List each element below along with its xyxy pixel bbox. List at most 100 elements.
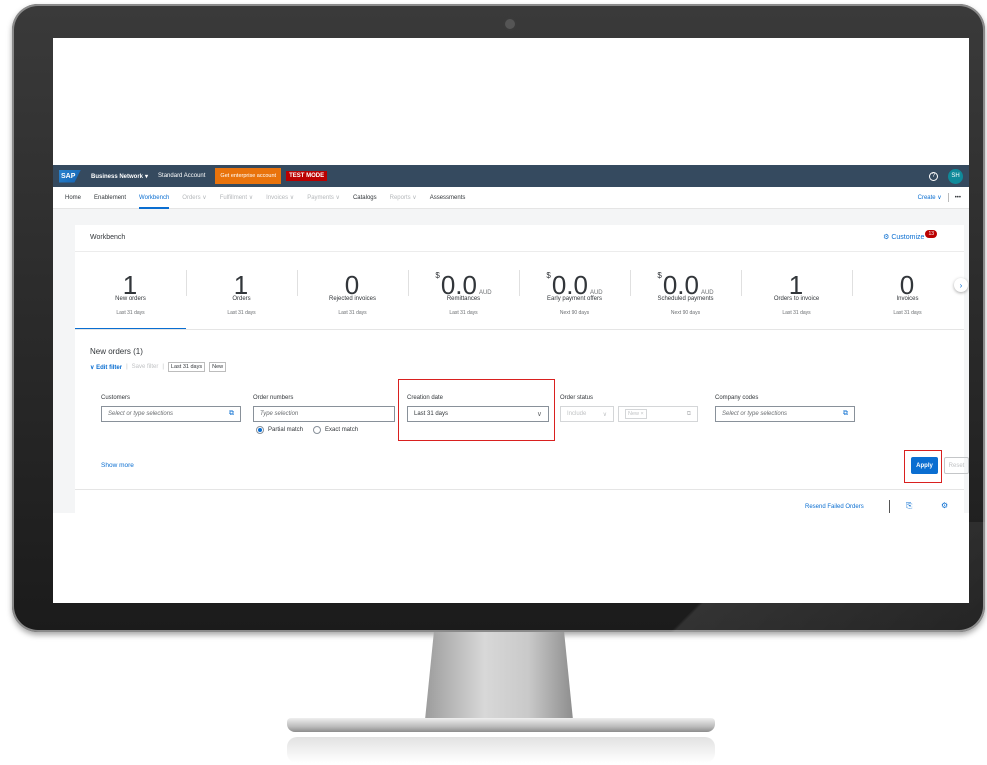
tile-invoices[interactable]: 0 Invoices Last 31 days <box>852 252 963 328</box>
select-value: Include <box>567 411 587 417</box>
save-filter-link[interactable]: Save filter <box>132 364 159 370</box>
dropdown-caret-icon: ▾ <box>145 173 149 180</box>
product-name[interactable]: Business Network ▾ <box>91 173 148 180</box>
test-mode-badge: TEST MODE <box>286 171 328 181</box>
divider <box>889 500 890 513</box>
base-reflection <box>287 737 715 763</box>
tile-label: Scheduled payments <box>657 296 714 302</box>
edit-filter-toggle[interactable]: ∨ Edit filter <box>90 364 122 371</box>
tile-orders[interactable]: 1 Orders Last 31 days <box>186 252 297 328</box>
user-avatar[interactable]: SH <box>948 168 963 184</box>
nav-reports[interactable]: Reports ∨ <box>390 194 417 201</box>
placeholder: Type selection <box>260 411 299 417</box>
settings-sliders-icon: ⚙ <box>883 234 890 241</box>
tile-unit: AUD <box>478 290 492 296</box>
radio-label: Exact match <box>325 427 359 433</box>
tile-early-payment-offers[interactable]: $0.0 AUD Early payment offers Next 90 day… <box>519 252 630 328</box>
tile-label: Remittances <box>446 296 481 302</box>
field-label: Company codes <box>715 395 759 401</box>
customize-button[interactable]: ⚙ Customize 13 <box>883 230 937 241</box>
value-help-icon[interactable]: ⧉ <box>687 411 691 418</box>
include-select[interactable]: Include ∨ <box>560 406 614 422</box>
more-icon[interactable]: ••• <box>955 195 961 201</box>
radio-label: Partial match <box>268 427 304 433</box>
get-enterprise-account-button[interactable]: Get enterprise account <box>215 168 282 184</box>
placeholder: Select or type selections <box>722 411 788 417</box>
nav-enablement[interactable]: Enablement <box>94 195 126 201</box>
order-numbers-input[interactable]: Type selection <box>253 406 395 422</box>
tile-period: Last 31 days <box>338 310 367 316</box>
tile-currency: $ <box>657 271 662 280</box>
reset-button[interactable]: Reset <box>944 457 969 474</box>
tile-label: Invoices <box>896 296 919 302</box>
show-more-link[interactable]: Show more <box>101 462 134 469</box>
company-codes-filter: Company codes Select or type selections … <box>715 395 855 422</box>
account-type: Standard Account <box>158 173 206 179</box>
monitor-stand <box>425 632 573 720</box>
page-content: Workbench ⚙ Customize 13 1 New orders La… <box>53 209 969 513</box>
nav-payments[interactable]: Payments ∨ <box>307 194 340 201</box>
tile-label: Orders <box>232 296 251 302</box>
order-status-filter: Order status Include ∨ New × ⧉ <box>560 395 698 422</box>
filter-summary: ∨ Edit filter | Save filter | Last 31 da… <box>90 362 227 372</box>
nav-invoices[interactable]: Invoices ∨ <box>266 194 294 201</box>
nav-fulfillment[interactable]: Fulfillment ∨ <box>220 194 253 201</box>
partial-match-radio[interactable] <box>256 426 264 434</box>
nav-bar: Home Enablement Workbench Orders ∨ Fulfi… <box>53 187 969 209</box>
nav-assessments[interactable]: Assessments <box>430 195 466 201</box>
tile-new-orders[interactable]: 1 New orders Last 31 days <box>75 252 186 330</box>
order-numbers-filter: Order numbers Type selection Partial mat… <box>253 395 395 434</box>
tile-period: Last 31 days <box>227 310 256 316</box>
tile-currency: $ <box>435 271 440 280</box>
tile-remittances[interactable]: $0.0 AUD Remittances Last 31 days <box>408 252 519 328</box>
nav-catalogs[interactable]: Catalogs <box>353 195 377 201</box>
help-icon[interactable]: ? <box>929 171 938 181</box>
customers-input[interactable]: Select or type selections ⧉ <box>101 406 241 422</box>
shell-bar: SAP Business Network ▾ Standard Account G… <box>53 165 969 187</box>
divider: | <box>162 364 164 370</box>
tile-period: Last 31 days <box>116 310 145 316</box>
customers-filter: Customers Select or type selections ⧉ <box>101 395 241 422</box>
tile-period: Last 31 days <box>782 310 811 316</box>
tile-period: Next 90 days <box>559 310 590 316</box>
workbench-title: Workbench <box>90 234 126 241</box>
field-label: Order status <box>560 395 594 401</box>
status-token[interactable]: New × <box>625 409 647 419</box>
field-label: Customers <box>101 395 131 401</box>
divider <box>947 193 949 202</box>
exact-match-radio[interactable] <box>313 426 322 434</box>
tile-scheduled-payments[interactable]: $0.0 AUD Scheduled payments Next 90 days <box>630 252 741 328</box>
tile-label: Orders to invoice <box>773 296 820 302</box>
customize-label: Customize <box>891 233 925 241</box>
nav-workbench[interactable]: Workbench <box>139 195 170 209</box>
value-help-icon[interactable]: ⧉ <box>843 410 848 418</box>
filter-chip[interactable]: Last 31 days <box>167 362 206 372</box>
resend-failed-orders-link[interactable]: Resend Failed Orders <box>805 504 864 510</box>
order-status-input[interactable]: New × ⧉ <box>618 406 698 422</box>
nav-home[interactable]: Home <box>65 195 81 201</box>
workbench-card: Workbench ⚙ Customize 13 1 New orders La… <box>75 225 969 513</box>
tile-orders-to-invoice[interactable]: 1 Orders to invoice Last 31 days <box>741 252 852 328</box>
sap-logo[interactable]: SAP <box>59 169 81 183</box>
tile-label: Rejected invoices <box>328 296 377 302</box>
monitor-bezel: SAP Business Network ▾ Standard Account G… <box>12 4 985 632</box>
chevron-down-icon: ∨ <box>90 364 95 371</box>
table-settings-icon[interactable]: ⚙ <box>941 501 948 510</box>
camera-icon <box>505 19 515 29</box>
tile-label: Early payment offers <box>547 296 602 302</box>
nav-orders[interactable]: Orders ∨ <box>182 194 206 201</box>
create-menu[interactable]: Create ∨ <box>918 194 942 201</box>
tile-rejected-invoices[interactable]: 0 Rejected invoices Last 31 days <box>297 252 408 328</box>
highlight-creation-date <box>398 379 555 441</box>
placeholder: Select or type selections <box>108 411 174 417</box>
company-codes-input[interactable]: Select or type selections ⧉ <box>715 406 855 422</box>
filter-chip[interactable]: New <box>209 362 227 372</box>
chevron-right-icon[interactable]: › <box>954 278 968 292</box>
divider: | <box>126 364 128 370</box>
chevron-down-icon: ∨ <box>602 411 607 418</box>
tile-period: Last 31 days <box>449 310 478 316</box>
screen: SAP Business Network ▾ Standard Account G… <box>53 38 969 603</box>
export-icon[interactable]: ⎘ <box>906 501 912 511</box>
divider <box>75 489 964 490</box>
value-help-icon[interactable]: ⧉ <box>229 410 234 418</box>
